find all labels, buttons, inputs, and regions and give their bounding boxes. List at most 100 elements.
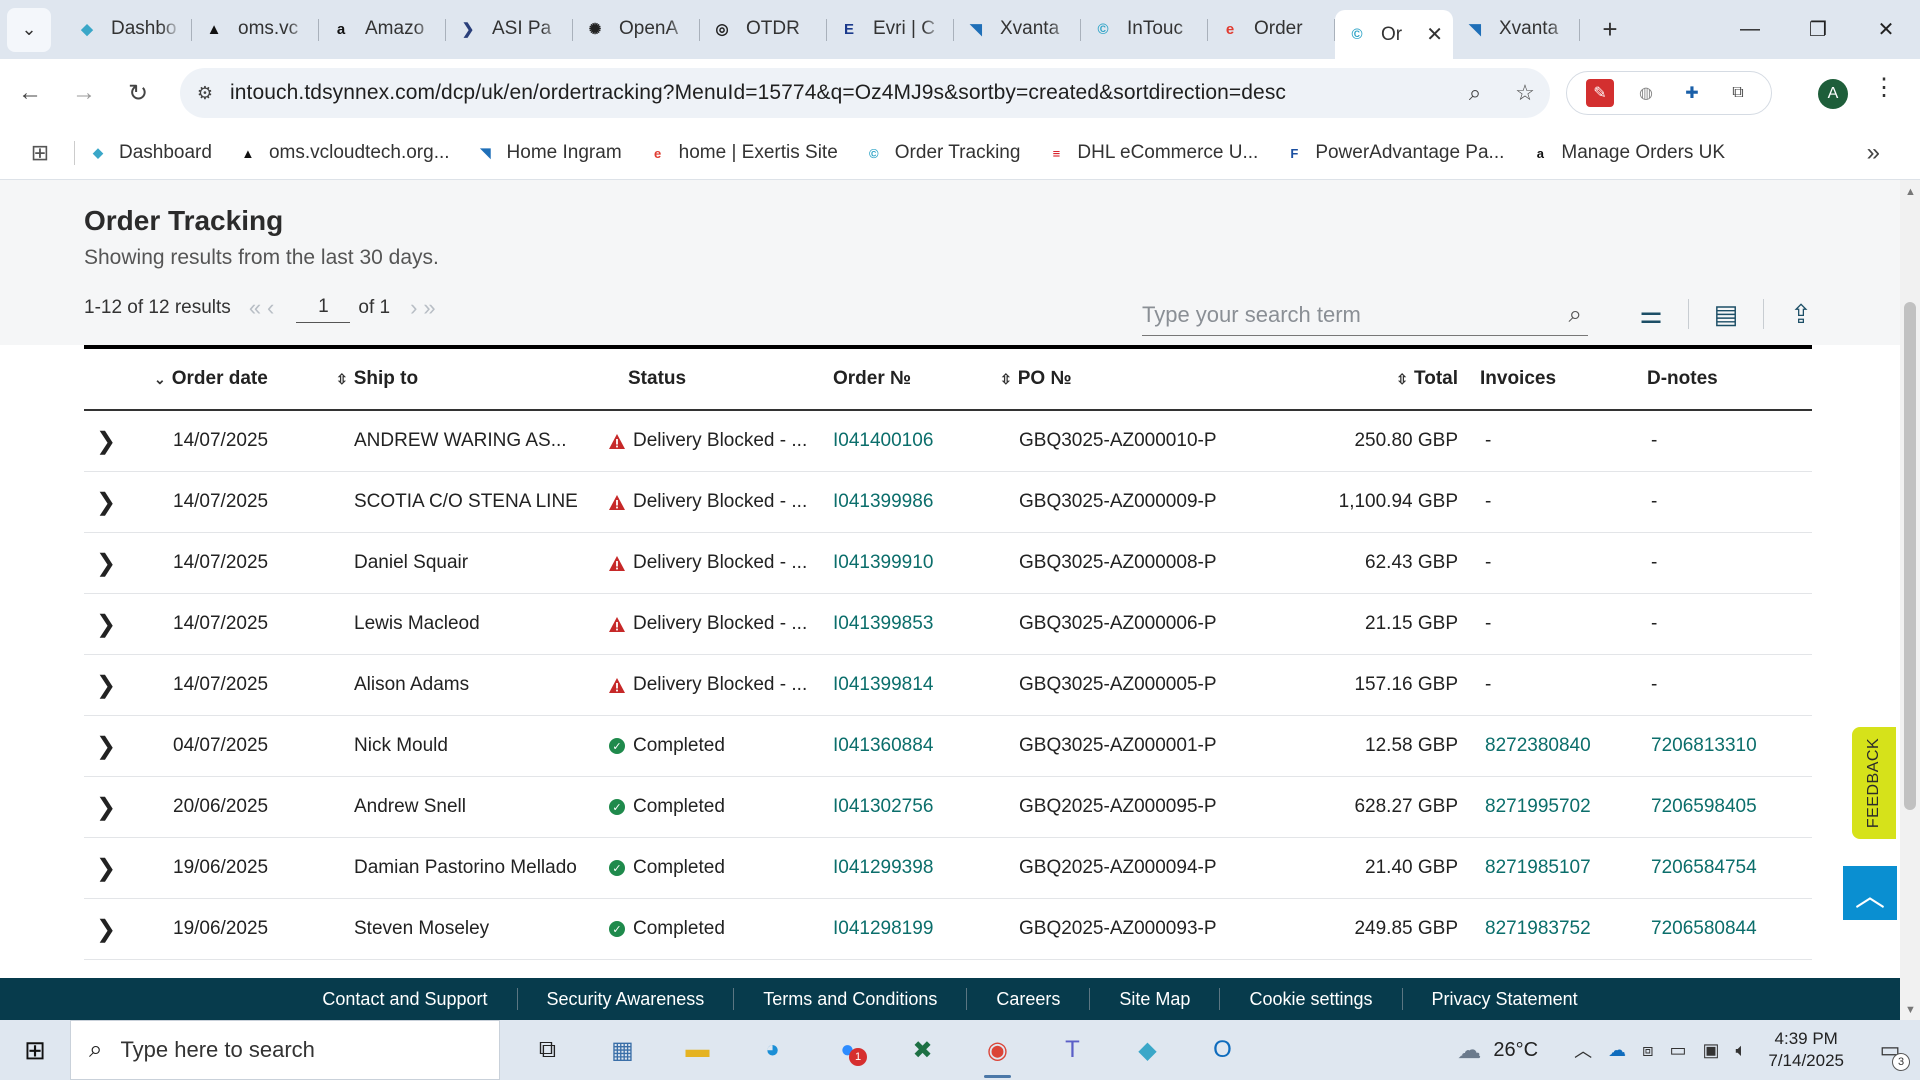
invoice-number[interactable]: 8271985107 <box>1485 857 1635 879</box>
invoice-number[interactable]: 8271995702 <box>1485 796 1635 818</box>
bookmark-item[interactable]: e home | Exertis Site <box>647 142 838 164</box>
task-view-icon[interactable]: ⧉ <box>510 1020 585 1080</box>
minimize-button[interactable]: — <box>1716 0 1784 59</box>
plus-circle-extension-icon[interactable]: ✚ <box>1678 79 1706 107</box>
expand-row-icon[interactable]: ❯ <box>96 671 126 700</box>
header-total[interactable]: ⇳ Total <box>1352 368 1458 390</box>
order-number-link[interactable]: I041399814 <box>833 674 983 696</box>
order-number-link[interactable]: I041399910 <box>833 552 983 574</box>
browser-tab[interactable]: © Or ✕ <box>1335 10 1453 59</box>
expand-row-icon[interactable]: ❯ <box>96 488 126 517</box>
expand-row-icon[interactable]: ❯ <box>96 427 126 456</box>
browser-tab[interactable]: a Amazo <box>319 9 446 49</box>
bookmark-item[interactable]: F PowerAdvantage Pa... <box>1283 142 1504 164</box>
globe-extension-icon[interactable]: ◍ <box>1632 79 1660 107</box>
page-scrollbar[interactable]: ▲ ▼ <box>1900 180 1920 1020</box>
notifications-icon[interactable]: ▭ 3 <box>1868 1037 1912 1071</box>
feedback-tab[interactable]: FEEDBACK <box>1852 727 1896 839</box>
expand-row-icon[interactable]: ❯ <box>96 915 126 944</box>
search-icon[interactable]: ⌕ <box>1569 301 1582 329</box>
bookmark-item[interactable]: © Order Tracking <box>863 142 1020 164</box>
taskbar-search[interactable]: ⌕ Type here to search <box>70 1020 500 1080</box>
order-number-link[interactable]: I041302756 <box>833 796 983 818</box>
expand-row-icon[interactable]: ❯ <box>96 610 126 639</box>
footer-link[interactable]: Security Awareness <box>518 988 735 1010</box>
chrome-icon[interactable]: ◉ <box>960 1020 1035 1080</box>
tab-search-button[interactable]: ⌄ <box>7 7 51 52</box>
order-number-link[interactable]: I041399986 <box>833 491 983 513</box>
export-icon[interactable]: ⇪ <box>1764 292 1838 336</box>
weather-widget[interactable]: ☁ 26°C <box>1457 1036 1538 1065</box>
footer-link[interactable]: Site Map <box>1090 988 1221 1010</box>
scroll-up-icon[interactable]: ▲ <box>1905 186 1916 198</box>
browser-tab[interactable]: ▲ oms.vc <box>192 9 319 49</box>
filter-sliders-icon[interactable]: ⚌ <box>1614 292 1688 336</box>
order-number-link[interactable]: I041399853 <box>833 613 983 635</box>
order-number-link[interactable]: I041299398 <box>833 857 983 879</box>
footer-link[interactable]: Terms and Conditions <box>734 988 968 1010</box>
dnote-number[interactable]: 7206813310 <box>1651 735 1801 757</box>
column-settings-icon[interactable]: ▤ <box>1689 292 1763 336</box>
new-tab-button[interactable]: + <box>1590 10 1630 50</box>
bookmark-item[interactable]: ≡ DHL eCommerce U... <box>1045 142 1259 164</box>
page-number-input[interactable]: 1 <box>296 292 351 323</box>
excel-icon[interactable]: ✖ <box>885 1020 960 1080</box>
expand-row-icon[interactable]: ❯ <box>96 854 126 883</box>
bookmark-star-icon[interactable]: ☆ <box>1500 80 1550 106</box>
header-po-no[interactable]: ⇳ PO № <box>1000 368 1072 390</box>
teams-icon[interactable]: T <box>1035 1020 1110 1080</box>
browser-tab[interactable]: ◥ Xvanta <box>1453 9 1580 49</box>
browser-tab[interactable]: ◎ OTDR <box>700 9 827 49</box>
file-explorer-icon[interactable]: ▬ <box>660 1020 735 1080</box>
browser-tab[interactable]: e Order <box>1208 9 1335 49</box>
windows-start-icon[interactable]: ⊞ <box>0 1035 70 1066</box>
scrollbar-thumb[interactable] <box>1904 302 1916 810</box>
back-button[interactable]: ← <box>6 69 54 117</box>
browser-tab[interactable]: ✺ OpenA <box>573 9 700 49</box>
outlook-icon[interactable]: O <box>1185 1020 1260 1080</box>
order-search-input[interactable] <box>1142 301 1569 328</box>
invoice-number[interactable]: 8271983752 <box>1485 918 1635 940</box>
scroll-to-top-button[interactable]: ︿ <box>1843 866 1897 920</box>
forward-button[interactable]: → <box>60 69 108 117</box>
bookmark-item[interactable]: ▲ oms.vcloudtech.org... <box>237 142 450 164</box>
volume-icon[interactable]: 🔈︎ <box>1736 1040 1747 1061</box>
order-number-link[interactable]: I041400106 <box>833 430 983 452</box>
expand-row-icon[interactable]: ❯ <box>96 549 126 578</box>
browser-tab[interactable]: ◆ Dashbo <box>65 9 192 49</box>
bookmark-item[interactable]: a Manage Orders UK <box>1529 142 1725 164</box>
browser-tab[interactable]: ❯ ASI Pa <box>446 9 573 49</box>
puzzle-icon[interactable]: ⧉ <box>1724 79 1752 107</box>
footer-link[interactable]: Privacy Statement <box>1403 988 1607 1010</box>
order-number-link[interactable]: I041360884 <box>833 735 983 757</box>
order-number-link[interactable]: I041298199 <box>833 918 983 940</box>
reload-button[interactable]: ↻ <box>114 69 162 117</box>
site-info-icon[interactable]: ⚙ <box>180 83 230 104</box>
next-last-page-icons[interactable]: ›» <box>410 295 442 321</box>
browser-tab[interactable]: E Evri | C <box>827 9 954 49</box>
zoom-icon[interactable]: ● 1 <box>810 1020 885 1080</box>
close-window-button[interactable]: ✕ <box>1852 0 1920 59</box>
expand-row-icon[interactable]: ❯ <box>96 732 126 761</box>
invoice-number[interactable]: 8272380840 <box>1485 735 1635 757</box>
close-tab-icon[interactable]: ✕ <box>1426 22 1443 47</box>
expand-row-icon[interactable]: ❯ <box>96 793 126 822</box>
restore-button[interactable]: ❐ <box>1784 0 1852 59</box>
header-ship-to[interactable]: ⇳ Ship to <box>336 368 564 390</box>
browser-menu-icon[interactable]: ⋮ <box>1872 73 1896 102</box>
browser-tab[interactable]: © InTouc <box>1081 9 1208 49</box>
zoom-icon[interactable]: ⌕ <box>1450 80 1500 106</box>
address-bar[interactable]: ⚙ intouch.tdsynnex.com/dcp/uk/en/ordertr… <box>180 68 1550 118</box>
taskbar-clock[interactable]: 4:39 PM 7/14/2025 <box>1768 1028 1844 1072</box>
url-text[interactable]: intouch.tdsynnex.com/dcp/uk/en/ordertrac… <box>230 81 1450 105</box>
footer-link[interactable]: Contact and Support <box>293 988 518 1010</box>
pdf-extension-icon[interactable]: ✎ <box>1586 79 1614 107</box>
onedrive-icon[interactable]: ☁ <box>1608 1040 1626 1061</box>
bookmark-item[interactable]: ◆ Dashboard <box>87 142 212 164</box>
bookmark-item[interactable]: ◥ Home Ingram <box>475 142 622 164</box>
calculator-icon[interactable]: ▦ <box>585 1020 660 1080</box>
browser-tab[interactable]: ◥ Xvanta <box>954 9 1081 49</box>
tray-chevron-up-icon[interactable]: ︿ <box>1574 1037 1592 1063</box>
edge-icon[interactable]: ◕ <box>735 1020 810 1080</box>
apps-grid-icon[interactable]: ⊞ <box>20 140 60 166</box>
